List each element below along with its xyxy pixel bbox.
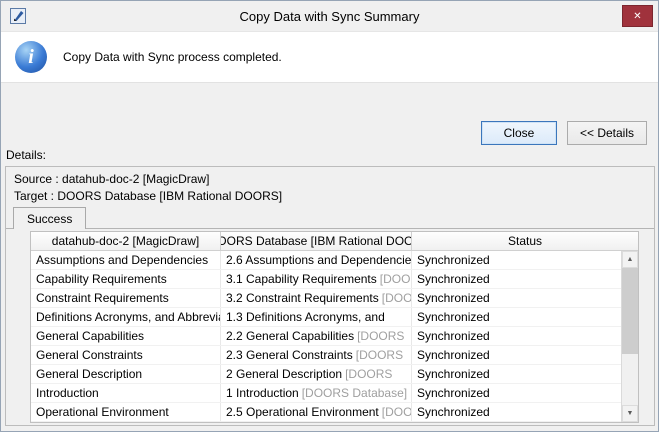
details-label: Details: xyxy=(6,148,46,162)
cell-status: Synchronized xyxy=(412,346,621,364)
cell-target-note: [DOORS xyxy=(382,291,412,305)
table-row[interactable]: General Constraints 2.3 General Constrai… xyxy=(31,346,621,365)
cell-source: Assumptions and Dependencies xyxy=(31,251,221,269)
cell-target-text: 1 Introduction xyxy=(226,386,299,400)
message-text: Copy Data with Sync process completed. xyxy=(63,32,282,82)
close-icon: ✕ xyxy=(633,11,641,22)
cell-source: Capability Requirements xyxy=(31,270,221,288)
cell-status: Synchronized xyxy=(412,308,621,326)
cell-source: Introduction xyxy=(31,384,221,402)
column-header-source[interactable]: datahub-doc-2 [MagicDraw] xyxy=(31,232,221,250)
target-label: Target : DOORS Database [IBM Rational DO… xyxy=(14,189,282,203)
up-arrow-icon: ▲ xyxy=(627,256,634,263)
cell-target: 2.2 General Capabilities[DOORS xyxy=(221,327,412,345)
details-panel: Source : datahub-doc-2 [MagicDraw] Targe… xyxy=(5,166,655,426)
table-row[interactable]: Definitions Acronyms, and Abbreviat... 1… xyxy=(31,308,621,327)
table-row[interactable]: Operational Environment 2.5 Operational … xyxy=(31,403,621,422)
app-icon xyxy=(10,8,26,24)
cell-source: General Constraints xyxy=(31,346,221,364)
cell-source: General Description xyxy=(31,365,221,383)
button-row: Close << Details xyxy=(481,121,647,145)
cell-target: 2.6 Assumptions and Dependencies xyxy=(221,251,412,269)
cell-target-note: [DOORS xyxy=(357,329,404,343)
table-body: Assumptions and Dependencies 2.6 Assumpt… xyxy=(31,251,621,422)
cell-target: 2.5 Operational Environment[DOORS xyxy=(221,403,412,421)
cell-status: Synchronized xyxy=(412,384,621,402)
dialog-window: Copy Data with Sync Summary ✕ i Copy Dat… xyxy=(0,0,659,432)
cell-target-text: 2.3 General Constraints xyxy=(226,348,353,362)
cell-target-text: 2.5 Operational Environment xyxy=(226,405,379,419)
tab-divider xyxy=(6,228,654,229)
title-bar[interactable]: Copy Data with Sync Summary ✕ xyxy=(1,1,658,31)
cell-target-note: [DOORS xyxy=(345,367,392,381)
info-icon: i xyxy=(15,41,47,73)
table-row[interactable]: General Description 2 General Descriptio… xyxy=(31,365,621,384)
cell-status: Synchronized xyxy=(412,289,621,307)
cell-target-text: 2 General Description xyxy=(226,367,342,381)
cell-source: Definitions Acronyms, and Abbreviat... xyxy=(31,308,221,326)
cell-target: 1 Introduction[DOORS Database] xyxy=(221,384,412,402)
cell-status: Synchronized xyxy=(412,365,621,383)
cell-source: Constraint Requirements xyxy=(31,289,221,307)
scroll-down-button[interactable]: ▼ xyxy=(622,405,638,422)
table-row[interactable]: Assumptions and Dependencies 2.6 Assumpt… xyxy=(31,251,621,270)
cell-target: 2 General Description[DOORS xyxy=(221,365,412,383)
close-button[interactable]: Close xyxy=(481,121,557,145)
scroll-up-button[interactable]: ▲ xyxy=(622,251,638,268)
cell-target-text: 1.3 Definitions Acronyms, and xyxy=(226,310,385,324)
table-row[interactable]: Capability Requirements 3.1 Capability R… xyxy=(31,270,621,289)
cell-target-text: 3.1 Capability Requirements xyxy=(226,272,377,286)
message-area: i Copy Data with Sync process completed. xyxy=(1,31,658,83)
cell-target: 1.3 Definitions Acronyms, and xyxy=(221,308,412,326)
cell-source: General Capabilities xyxy=(31,327,221,345)
cell-status: Synchronized xyxy=(412,251,621,269)
window-close-button[interactable]: ✕ xyxy=(622,5,653,27)
cell-status: Synchronized xyxy=(412,270,621,288)
tab-success[interactable]: Success xyxy=(13,207,86,229)
vertical-scrollbar[interactable]: ▲ ▼ xyxy=(621,251,638,422)
cell-target: 2.3 General Constraints[DOORS xyxy=(221,346,412,364)
down-arrow-icon: ▼ xyxy=(627,410,634,417)
cell-target-text: 3.2 Constraint Requirements xyxy=(226,291,379,305)
cell-target: 3.2 Constraint Requirements[DOORS xyxy=(221,289,412,307)
cell-target-note: [DOORS xyxy=(380,272,412,286)
cell-source: Operational Environment xyxy=(31,403,221,421)
table-header: datahub-doc-2 [MagicDraw] DOORS Database… xyxy=(31,232,638,251)
column-header-status[interactable]: Status xyxy=(412,232,638,250)
window-title: Copy Data with Sync Summary xyxy=(41,1,618,31)
cell-target: 3.1 Capability Requirements[DOORS xyxy=(221,270,412,288)
source-label: Source : datahub-doc-2 [MagicDraw] xyxy=(14,172,209,186)
table-row[interactable]: Constraint Requirements 3.2 Constraint R… xyxy=(31,289,621,308)
cell-target-text: 2.2 General Capabilities xyxy=(226,329,354,343)
column-header-target[interactable]: DOORS Database [IBM Rational DOO... xyxy=(221,232,412,250)
table-row[interactable]: Introduction 1 Introduction[DOORS Databa… xyxy=(31,384,621,403)
scrollbar-thumb[interactable] xyxy=(622,268,638,354)
cell-target-text: 2.6 Assumptions and Dependencies xyxy=(226,253,412,267)
details-toggle-button[interactable]: << Details xyxy=(567,121,647,145)
cell-target-note: [DOORS xyxy=(382,405,412,419)
cell-target-note: [DOORS Database] xyxy=(302,386,407,400)
cell-target-note: [DOORS xyxy=(356,348,403,362)
table-row[interactable]: General Capabilities 2.2 General Capabil… xyxy=(31,327,621,346)
sync-results-table: datahub-doc-2 [MagicDraw] DOORS Database… xyxy=(30,231,639,423)
cell-status: Synchronized xyxy=(412,327,621,345)
cell-status: Synchronized xyxy=(412,403,621,421)
info-icon-glyph: i xyxy=(28,46,34,69)
